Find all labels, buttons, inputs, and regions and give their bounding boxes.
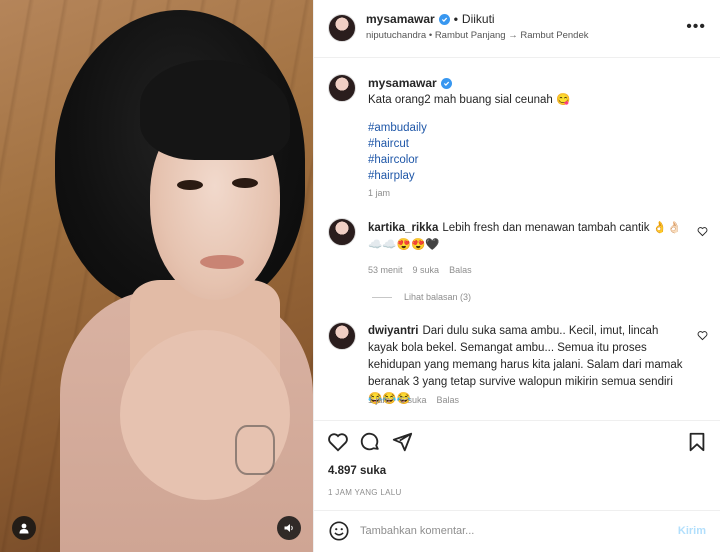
posted-time[interactable]: 1 JAM YANG LALU	[328, 488, 402, 497]
post-comment-button[interactable]: Kirim	[678, 525, 706, 537]
action-bar: 4.897 suka 1 JAM YANG LALU	[314, 420, 720, 516]
avatar[interactable]	[328, 74, 356, 102]
reply-button[interactable]: Balas	[449, 265, 472, 275]
photo-eye-right	[232, 178, 258, 188]
user-tag-button[interactable]	[12, 516, 36, 540]
caption-username[interactable]: mysamawar	[368, 76, 437, 90]
avatar[interactable]	[328, 322, 356, 350]
comment-time[interactable]: 1 jam	[368, 395, 390, 405]
emoji-icon[interactable]	[328, 520, 350, 542]
hashtag-link[interactable]: #haircut	[368, 138, 409, 150]
verified-icon	[438, 13, 450, 25]
hashtag-link[interactable]: #ambudaily	[368, 122, 427, 134]
follow-status-button[interactable]: Diikuti	[462, 12, 495, 26]
photo-lips	[200, 255, 244, 269]
comment-body: kartika_rikka Lebih fresh dan menawan tam…	[368, 220, 688, 254]
comment-icon[interactable]	[359, 431, 381, 453]
verified-icon	[440, 77, 452, 89]
more-icon[interactable]: •••	[686, 18, 706, 36]
comment-text: Dari dulu suka sama ambu.. Kecil, imut, …	[368, 325, 683, 405]
photo-eye-left	[177, 180, 203, 190]
separator-dot: •	[453, 12, 458, 26]
user-tag-icon	[19, 523, 29, 534]
header-username[interactable]: mysamawar	[366, 12, 435, 26]
post-side-panel: mysamawar • Diikuti niputuchandra • Ramb…	[313, 0, 720, 552]
hashtag-link[interactable]: #haircolor	[368, 154, 419, 166]
sound-button[interactable]	[277, 516, 301, 540]
comment-username[interactable]: dwiyantri	[368, 325, 418, 337]
comment-input[interactable]	[360, 520, 660, 542]
caption-user-line: mysamawar	[368, 76, 452, 90]
heart-icon[interactable]	[697, 226, 708, 240]
comment-meta: 53 menit 9 suka Balas	[368, 265, 472, 275]
share-icon[interactable]	[391, 431, 413, 453]
header-user-line: mysamawar • Diikuti	[366, 12, 495, 26]
post-header: mysamawar • Diikuti niputuchandra • Ramb…	[314, 0, 720, 58]
view-replies-label: Lihat balasan (3)	[404, 292, 472, 302]
comment-form: Kirim	[314, 510, 720, 552]
sound-icon	[284, 524, 293, 532]
photo-tattoo	[235, 425, 275, 475]
avatar[interactable]	[328, 14, 356, 42]
comment-likes[interactable]: 6 suka	[400, 395, 427, 405]
comment-likes[interactable]: 9 suka	[413, 265, 440, 275]
view-replies-button[interactable]: Lihat balasan (3)	[372, 292, 471, 302]
post-photo[interactable]	[0, 0, 313, 552]
replies-divider-line	[372, 296, 392, 298]
bookmark-icon[interactable]	[686, 431, 708, 453]
reply-button[interactable]: Balas	[437, 395, 460, 405]
comment-username[interactable]: kartika_rikka	[368, 222, 438, 234]
avatar[interactable]	[328, 218, 356, 246]
audio-line[interactable]: niputuchandra • Rambut Panjang → Rambut …	[366, 30, 589, 41]
comment-meta: 1 jam 6 suka Balas	[368, 395, 459, 405]
comment-time[interactable]: 53 menit	[368, 265, 403, 275]
caption-time[interactable]: 1 jam	[368, 188, 390, 198]
heart-icon[interactable]	[697, 330, 708, 344]
hashtag-link[interactable]: #hairplay	[368, 170, 415, 182]
likes-count[interactable]: 4.897 suka	[328, 465, 386, 477]
heart-icon[interactable]	[327, 431, 349, 453]
caption-text: Kata orang2 mah buang sial ceunah 😋	[368, 94, 571, 106]
